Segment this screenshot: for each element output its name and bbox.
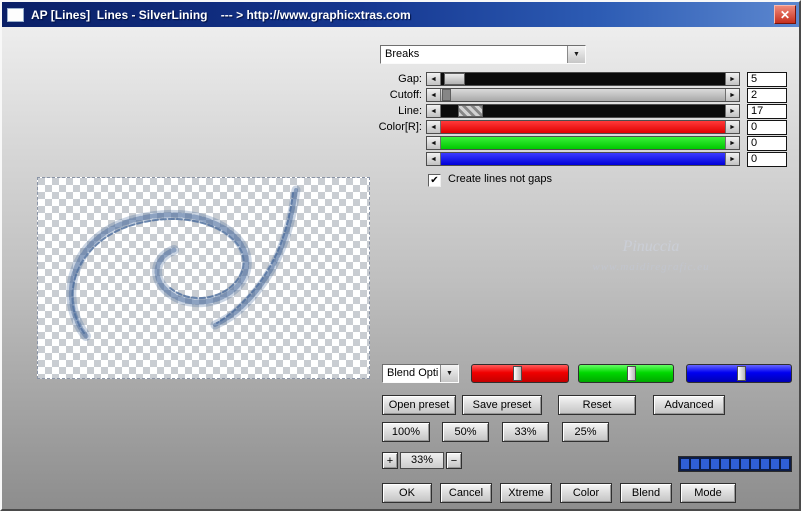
xtreme-button[interactable]: Xtreme	[500, 483, 552, 503]
close-button[interactable]: ✕	[774, 5, 796, 24]
reset-button[interactable]: Reset	[558, 395, 636, 415]
red-channel-slider[interactable]	[471, 364, 569, 383]
progress-bar	[678, 456, 792, 472]
advanced-button[interactable]: Advanced	[653, 395, 725, 415]
color-r-slider-track[interactable]	[441, 121, 725, 133]
progress-bar-segments	[681, 459, 789, 469]
left-arrow-icon[interactable]: ◄	[427, 73, 441, 85]
gap-label: Gap:	[302, 72, 422, 86]
gap-slider-thumb[interactable]	[444, 73, 465, 85]
color-b-slider-track[interactable]	[441, 153, 725, 165]
gap-slider-track[interactable]	[441, 73, 725, 85]
watermark-url: www.maidiregrafic.eu	[555, 261, 747, 273]
chevron-down-icon[interactable]: ▼	[567, 46, 585, 63]
color-b-label	[302, 152, 422, 166]
right-arrow-icon[interactable]: ►	[725, 89, 739, 101]
color-g-slider[interactable]: ◄ ►	[426, 136, 740, 150]
watermark-name: Pinuccia	[555, 238, 747, 256]
color-button[interactable]: Color	[560, 483, 612, 503]
titlebar[interactable]: AP [Lines] Lines - SilverLining --- > ht…	[2, 2, 799, 27]
left-arrow-icon[interactable]: ◄	[427, 105, 441, 117]
zoom-out-button[interactable]: −	[446, 452, 462, 469]
blue-channel-slider[interactable]	[686, 364, 792, 383]
color-r-slider[interactable]: ◄ ►	[426, 120, 740, 134]
blend-options-dropdown-value: Blend Opti	[383, 365, 440, 382]
right-arrow-icon[interactable]: ►	[725, 137, 739, 149]
line-value-field[interactable]: 17	[747, 104, 787, 119]
blend-options-dropdown[interactable]: Blend Opti ▼	[382, 364, 459, 383]
cutoff-slider-thumb[interactable]	[442, 89, 451, 101]
cutoff-slider[interactable]: ◄ ►	[426, 88, 740, 102]
line-slider-thumb[interactable]	[458, 105, 483, 117]
blue-channel-slider-thumb[interactable]	[737, 366, 746, 381]
red-channel-slider-thumb[interactable]	[513, 366, 522, 381]
line-slider[interactable]: ◄ ►	[426, 104, 740, 118]
cancel-button[interactable]: Cancel	[440, 483, 492, 503]
blend-button[interactable]: Blend	[620, 483, 672, 503]
cutoff-value-field[interactable]: 2	[747, 88, 787, 103]
swirl-artwork	[38, 178, 369, 378]
left-arrow-icon[interactable]: ◄	[427, 89, 441, 101]
create-lines-checkbox-label: Create lines not gaps	[448, 173, 552, 185]
right-arrow-icon[interactable]: ►	[725, 73, 739, 85]
line-label: Line:	[302, 104, 422, 118]
preview-canvas[interactable]	[37, 177, 370, 379]
color-g-label	[302, 136, 422, 150]
zoom-in-button[interactable]: +	[382, 452, 398, 469]
color-g-slider-track[interactable]	[441, 137, 725, 149]
right-arrow-icon[interactable]: ►	[725, 121, 739, 133]
gap-value-field[interactable]: 5	[747, 72, 787, 87]
left-arrow-icon[interactable]: ◄	[427, 121, 441, 133]
left-arrow-icon[interactable]: ◄	[427, 137, 441, 149]
cutoff-label: Cutoff:	[302, 88, 422, 102]
open-preset-button[interactable]: Open preset	[382, 395, 456, 415]
green-channel-slider-thumb[interactable]	[627, 366, 636, 381]
color-b-slider[interactable]: ◄ ►	[426, 152, 740, 166]
check-icon: ✔	[430, 175, 438, 186]
zoom-level-display: 33%	[400, 452, 444, 469]
close-icon: ✕	[780, 8, 790, 22]
chevron-down-icon[interactable]: ▼	[440, 365, 458, 382]
right-arrow-icon[interactable]: ►	[725, 153, 739, 165]
color-r-value-field[interactable]: 0	[747, 120, 787, 135]
cutoff-slider-track[interactable]	[441, 89, 725, 101]
mode-button[interactable]: Mode	[680, 483, 736, 503]
plugin-window: AP [Lines] Lines - SilverLining --- > ht…	[0, 0, 801, 511]
zoom-50-button[interactable]: 50%	[442, 422, 489, 442]
save-preset-button[interactable]: Save preset	[462, 395, 542, 415]
line-slider-track[interactable]	[441, 105, 725, 117]
right-arrow-icon[interactable]: ►	[725, 105, 739, 117]
window-title: AP [Lines] Lines - SilverLining --- > ht…	[31, 8, 411, 22]
color-r-label: Color[R]:	[302, 120, 422, 134]
color-g-value-field[interactable]: 0	[747, 136, 787, 151]
zoom-25-button[interactable]: 25%	[562, 422, 609, 442]
ok-button[interactable]: OK	[382, 483, 432, 503]
create-lines-checkbox[interactable]: ✔	[428, 174, 441, 187]
zoom-33-button[interactable]: 33%	[502, 422, 549, 442]
parameter-dropdown[interactable]: Breaks ▼	[380, 45, 586, 64]
gap-slider[interactable]: ◄ ►	[426, 72, 740, 86]
parameter-dropdown-value: Breaks	[381, 46, 567, 63]
green-channel-slider[interactable]	[578, 364, 674, 383]
zoom-100-button[interactable]: 100%	[382, 422, 430, 442]
app-icon	[7, 8, 24, 22]
color-b-value-field[interactable]: 0	[747, 152, 787, 167]
left-arrow-icon[interactable]: ◄	[427, 153, 441, 165]
